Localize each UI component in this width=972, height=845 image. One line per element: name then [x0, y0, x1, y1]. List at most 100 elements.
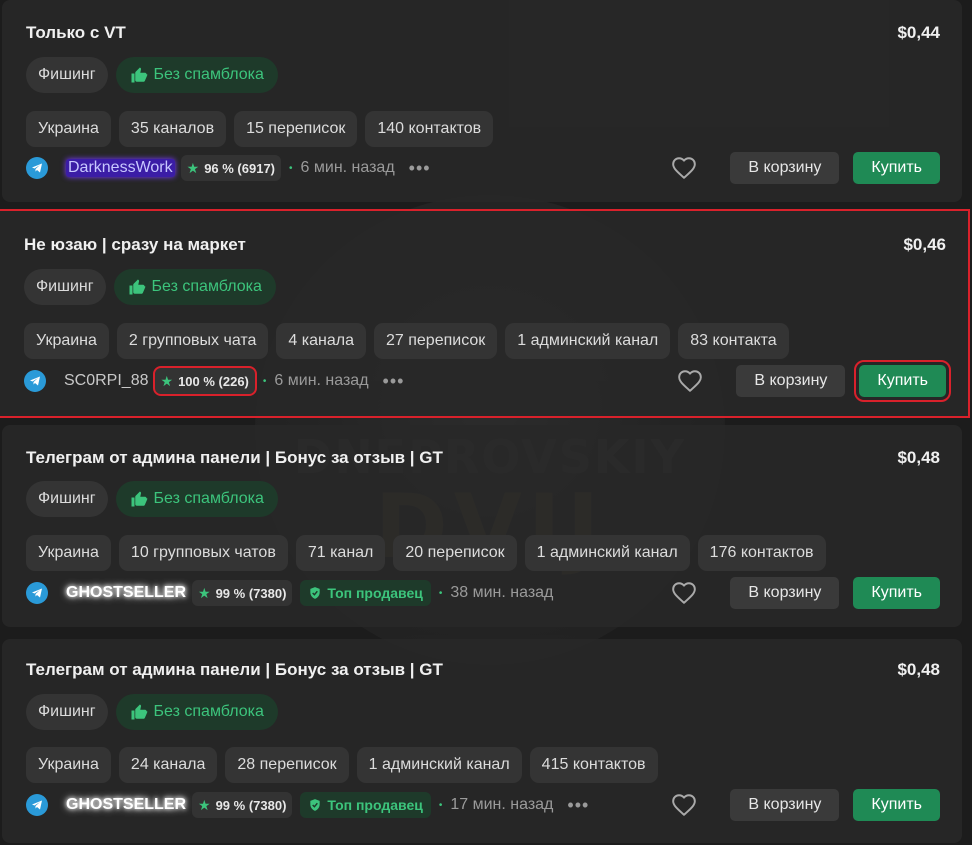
seller-rating: ★ 99 % (7380) [192, 792, 293, 818]
online-dot: • [438, 587, 443, 599]
seller-name[interactable]: DarknessWork [66, 159, 175, 177]
content-tags: Украина 10 групповых чатов 71 канал 20 п… [26, 535, 826, 571]
content-tag: 1 админский канал [505, 323, 671, 359]
content-tag: 27 переписок [373, 323, 498, 359]
content-tags: Украина 24 канала 28 переписок 1 админск… [26, 747, 658, 783]
more-options-icon[interactable]: ••• [383, 371, 405, 392]
seller-rating: ★ 99 % (7380) [192, 580, 293, 606]
no-spamblock-tag: Без спамблока [115, 57, 278, 93]
shield-check-icon [310, 587, 321, 599]
category-tags: Фишинг Без спамблока [26, 694, 278, 730]
favorite-heart-icon[interactable] [676, 368, 704, 394]
listing-actions: В корзину Купить [670, 789, 940, 821]
listing-title[interactable]: Телеграм от админа панели | Бонус за отз… [26, 660, 443, 680]
add-to-cart-button[interactable]: В корзину [730, 789, 840, 821]
category-tags: Фишинг Без спамблока [24, 269, 276, 305]
seller-rating: ★ 100 % (226) [152, 366, 257, 396]
seller-name[interactable]: GHOSTSELLER [66, 584, 186, 602]
star-icon: ★ [160, 372, 174, 389]
listing-card[interactable]: Телеграм от админа панели | Бонус за отз… [2, 425, 962, 627]
content-tag: 140 контактов [365, 111, 494, 147]
listing-title[interactable]: Только с VT [26, 23, 126, 43]
telegram-icon [26, 157, 48, 179]
more-options-icon[interactable]: ••• [567, 795, 589, 816]
content-tag: 15 переписок [234, 111, 358, 147]
category-tag: Фишинг [26, 57, 108, 93]
online-dot: • [438, 799, 443, 811]
content-tag: 83 контакта [678, 323, 789, 359]
top-seller-badge: Топ продавец [300, 792, 431, 818]
online-dot: • [262, 375, 267, 387]
seller-rating: ★ 96 % (6917) [180, 155, 282, 181]
content-tag: 10 групповых чатов [118, 535, 288, 571]
shield-check-icon [310, 799, 321, 811]
telegram-icon [26, 582, 48, 604]
more-options-icon[interactable]: ••• [409, 158, 431, 179]
listing-actions: В корзину Купить [670, 152, 940, 184]
thumbs-up-icon [129, 279, 145, 295]
listing-price: $0,48 [897, 660, 940, 679]
thumbs-up-icon [131, 704, 147, 720]
category-tag: Фишинг [24, 269, 106, 305]
listing-actions: В корзину Купить [670, 577, 940, 609]
favorite-heart-icon[interactable] [670, 580, 698, 606]
listing-title[interactable]: Телеграм от админа панели | Бонус за отз… [26, 448, 443, 468]
buy-button[interactable]: Купить [853, 577, 940, 609]
content-tag: 176 контактов [697, 535, 826, 571]
content-tag: 20 переписок [393, 535, 517, 571]
buy-button[interactable]: Купить [853, 152, 940, 184]
star-icon: ★ [186, 159, 200, 176]
category-tag: Фишинг [26, 694, 108, 730]
listing-actions: В корзину Купить [676, 360, 951, 402]
seller-name[interactable]: GHOSTSELLER [66, 796, 186, 814]
category-tags: Фишинг Без спамблока [26, 481, 278, 517]
content-tags: Украина 35 каналов 15 переписок 140 конт… [26, 111, 494, 147]
top-seller-badge: Топ продавец [300, 580, 431, 606]
seller-row: GHOSTSELLER ★ 99 % (7380) Топ продавец • … [26, 789, 589, 821]
content-tag: 4 канала [276, 323, 366, 359]
listing-title[interactable]: Не юзаю | сразу на маркет [24, 235, 246, 255]
posted-time: 38 мин. назад [450, 584, 554, 601]
no-spamblock-tag: Без спамблока [115, 481, 278, 517]
posted-time: 6 мин. назад [300, 159, 395, 176]
thumbs-up-icon [131, 491, 147, 507]
listing-card[interactable]: Только с VT $0,44 Фишинг Без спамблока У… [2, 0, 962, 202]
no-spamblock-tag: Без спамблока [115, 694, 278, 730]
seller-row: DarknessWork ★ 96 % (6917) • 6 мин. назад… [26, 152, 431, 184]
telegram-icon [26, 794, 48, 816]
content-tag: 28 переписок [225, 747, 349, 783]
online-dot: • [289, 162, 293, 174]
listing-card-highlighted[interactable]: Не юзаю | сразу на маркет $0,46 Фишинг Б… [0, 209, 970, 418]
content-tag: Украина [26, 535, 111, 571]
category-tag: Фишинг [26, 481, 108, 517]
content-tag: Украина [26, 111, 111, 147]
seller-row: GHOSTSELLER ★ 99 % (7380) Топ продавец • … [26, 577, 553, 609]
favorite-heart-icon[interactable] [670, 155, 698, 181]
listing-price: $0,44 [897, 23, 940, 42]
listing-card[interactable]: Телеграм от админа панели | Бонус за отз… [2, 639, 962, 843]
content-tag: 1 админский канал [356, 747, 522, 783]
listing-price: $0,48 [897, 448, 940, 467]
favorite-heart-icon[interactable] [670, 792, 698, 818]
posted-time: 6 мин. назад [274, 372, 369, 389]
seller-name[interactable]: SC0RPI_88 [64, 372, 149, 390]
content-tag: Украина [26, 747, 111, 783]
content-tag: 415 контактов [529, 747, 658, 783]
content-tag: Украина [24, 323, 109, 359]
no-spamblock-tag: Без спамблока [113, 269, 276, 305]
add-to-cart-button[interactable]: В корзину [730, 577, 840, 609]
listing-price: $0,46 [903, 235, 946, 254]
seller-row: SC0RPI_88 ★ 100 % (226) • 6 мин. назад ••… [24, 365, 404, 397]
buy-button[interactable]: Купить [854, 360, 951, 402]
content-tags: Украина 2 групповых чата 4 канала 27 пер… [24, 323, 789, 359]
content-tag: 24 канала [118, 747, 218, 783]
add-to-cart-button[interactable]: В корзину [736, 365, 846, 397]
buy-button[interactable]: Купить [853, 789, 940, 821]
content-tag: 1 админский канал [524, 535, 690, 571]
add-to-cart-button[interactable]: В корзину [730, 152, 840, 184]
category-tags: Фишинг Без спамблока [26, 57, 278, 93]
thumbs-up-icon [131, 67, 147, 83]
content-tag: 35 каналов [118, 111, 227, 147]
star-icon: ★ [198, 584, 211, 601]
star-icon: ★ [198, 796, 211, 813]
